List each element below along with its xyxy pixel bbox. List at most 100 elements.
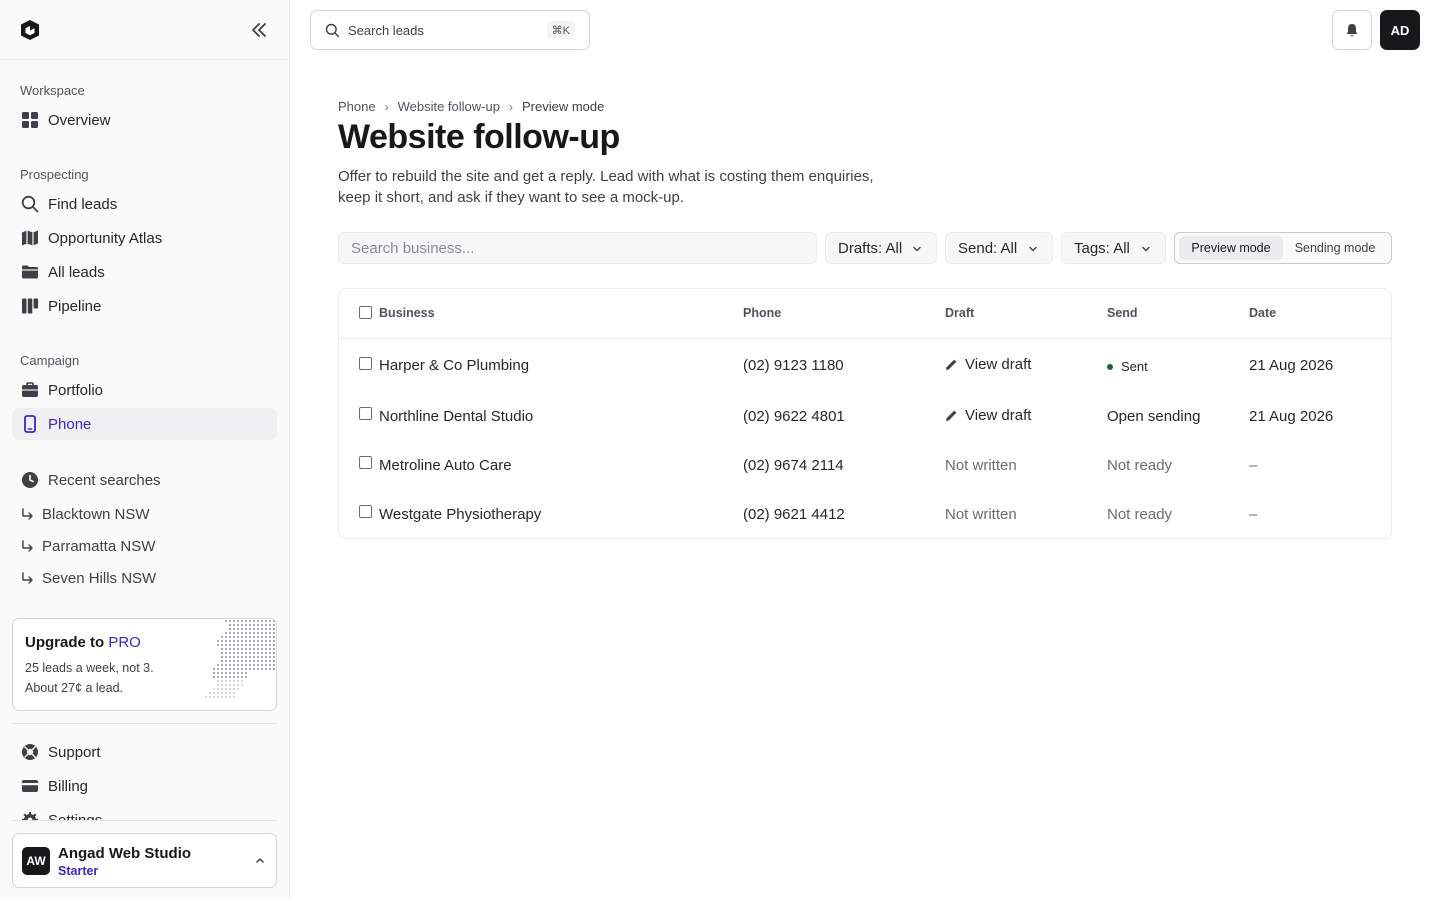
breadcrumb-item-campaign[interactable]: Website follow-up — [398, 99, 500, 114]
table-row[interactable]: Metroline Auto Care (02) 9674 2114 Not w… — [339, 440, 1391, 490]
date: 21 Aug 2026 — [1249, 357, 1334, 374]
phone-number: (02) 9123 1180 — [743, 357, 844, 374]
chevron-down-icon — [1029, 246, 1037, 252]
open-sending-link[interactable]: Open sending — [1107, 408, 1200, 425]
credit-card-icon — [20, 776, 40, 796]
recent-search-item[interactable]: Seven Hills NSW — [20, 570, 156, 587]
business-name: Metroline Auto Care — [379, 457, 512, 474]
chevron-down-icon — [913, 246, 921, 252]
breadcrumb: Phone › Website follow-up › Preview mode — [338, 99, 604, 114]
business-name: Northline Dental Studio — [379, 408, 534, 425]
return-arrow-icon — [22, 539, 33, 552]
tags-filter-label: Tags: All — [1074, 239, 1130, 257]
sidebar-item-label: Phone — [48, 415, 92, 433]
table-row[interactable]: Harper & Co Plumbing (02) 9123 1180 View… — [339, 340, 1391, 390]
draft-status: Not written — [945, 506, 1017, 523]
sidebar-item-opportunity-atlas[interactable]: Opportunity Atlas — [12, 222, 277, 254]
row-checkbox[interactable] — [359, 407, 372, 420]
sidebar: Workspace Overview Prospecting Find lead… — [0, 0, 290, 900]
notifications-button[interactable] — [1332, 10, 1372, 50]
clock-icon — [20, 470, 40, 490]
sidebar-item-settings[interactable]: Settings — [12, 806, 277, 820]
sidebar-item-find-leads[interactable]: Find leads — [12, 188, 277, 220]
sidebar-item-portfolio[interactable]: Portfolio — [12, 374, 277, 406]
return-arrow-icon — [22, 507, 33, 520]
date: – — [1249, 506, 1258, 523]
account-avatar: AW — [22, 847, 50, 875]
recent-search-label: Blacktown NSW — [42, 506, 150, 523]
upgrade-line: About 27¢ a lead. — [25, 681, 123, 695]
chevron-down-icon — [1142, 246, 1150, 252]
column-header-draft[interactable]: Draft — [945, 306, 974, 320]
send-filter-label: Send: All — [958, 239, 1018, 257]
preview-mode-tab[interactable]: Preview mode — [1179, 236, 1283, 260]
sidebar-header — [0, 0, 289, 60]
dot-map-graphic — [204, 619, 276, 699]
table-row[interactable]: Northline Dental Studio (02) 9622 4801 V… — [339, 391, 1391, 441]
app-logo-icon[interactable] — [19, 19, 41, 41]
view-draft-link[interactable]: View draft — [945, 356, 1031, 373]
select-all-checkbox[interactable] — [359, 306, 372, 319]
section-label-prospecting: Prospecting — [20, 167, 89, 182]
business-search-input[interactable] — [338, 232, 817, 264]
phone-number: (02) 9622 4801 — [743, 408, 845, 425]
sidebar-item-all-leads[interactable]: All leads — [12, 256, 277, 288]
sidebar-item-label: Recent searches — [48, 471, 161, 489]
chevron-right-icon: › — [508, 99, 513, 114]
search-icon — [325, 23, 340, 37]
pencil-icon — [946, 359, 957, 370]
row-checkbox[interactable] — [359, 505, 372, 518]
business-name: Harper & Co Plumbing — [379, 357, 530, 374]
drafts-filter-dropdown[interactable]: Drafts: All — [825, 232, 937, 264]
sidebar-item-billing[interactable]: Billing — [12, 770, 277, 802]
collapse-sidebar-icon[interactable] — [248, 20, 270, 40]
table-header: Business Phone Draft Send Date — [339, 289, 1391, 339]
sidebar-item-recent-searches[interactable]: Recent searches — [12, 464, 277, 496]
account-plan: Starter — [58, 864, 99, 878]
sent-status: Sent — [1107, 359, 1148, 374]
leads-table: Business Phone Draft Send Date Harper & … — [338, 288, 1392, 539]
sidebar-item-support[interactable]: Support — [12, 736, 277, 768]
account-switcher[interactable]: AW Angad Web Studio Starter — [12, 833, 277, 888]
tags-filter-dropdown[interactable]: Tags: All — [1061, 232, 1166, 264]
upgrade-line: 25 leads a week, not 3. — [25, 661, 154, 675]
upgrade-card[interactable]: Upgrade to PRO 25 leads a week, not 3. A… — [12, 618, 277, 711]
upgrade-title-prefix: Upgrade to — [25, 634, 105, 651]
keyboard-shortcut: ⌘K — [546, 21, 575, 39]
sidebar-item-label: Settings — [48, 811, 103, 821]
view-draft-label: View draft — [965, 356, 1032, 373]
send-filter-dropdown[interactable]: Send: All — [945, 232, 1053, 264]
recent-search-item[interactable]: Blacktown NSW — [20, 506, 150, 523]
column-header-send[interactable]: Send — [1107, 306, 1138, 320]
send-status: Not ready — [1107, 506, 1173, 523]
sidebar-item-overview[interactable]: Overview — [12, 104, 277, 136]
sidebar-item-label: Support — [48, 743, 101, 761]
sidebar-item-phone[interactable]: Phone — [12, 408, 277, 440]
pro-label: PRO — [108, 634, 141, 651]
divider — [12, 820, 277, 821]
user-avatar-button[interactable]: AD — [1380, 10, 1420, 50]
view-draft-label: View draft — [965, 407, 1032, 424]
sidebar-item-label: Billing — [48, 777, 89, 795]
column-header-date[interactable]: Date — [1249, 306, 1276, 320]
columns-icon — [20, 296, 40, 316]
table-row[interactable]: Westgate Physiotherapy (02) 9621 4412 No… — [339, 489, 1391, 539]
column-header-phone[interactable]: Phone — [743, 306, 781, 320]
recent-search-label: Seven Hills NSW — [42, 570, 157, 587]
lifebuoy-icon — [20, 742, 40, 762]
breadcrumb-item-current: Preview mode — [521, 99, 605, 114]
view-draft-link[interactable]: View draft — [945, 407, 1031, 424]
bell-icon — [1346, 23, 1358, 36]
sending-mode-tab[interactable]: Sending mode — [1283, 236, 1387, 260]
row-checkbox[interactable] — [359, 357, 372, 370]
grid-icon — [20, 110, 40, 130]
mode-toggle: Preview mode Sending mode — [1174, 232, 1392, 264]
gear-icon — [20, 810, 40, 820]
recent-search-item[interactable]: Parramatta NSW — [20, 538, 155, 555]
row-checkbox[interactable] — [359, 456, 372, 469]
sidebar-item-pipeline[interactable]: Pipeline — [12, 290, 277, 322]
breadcrumb-item-phone[interactable]: Phone — [338, 99, 376, 114]
business-name: Westgate Physiotherapy — [379, 506, 542, 523]
column-header-business[interactable]: Business — [379, 306, 435, 320]
global-search-button[interactable]: Search leads ⌘K — [310, 10, 590, 50]
